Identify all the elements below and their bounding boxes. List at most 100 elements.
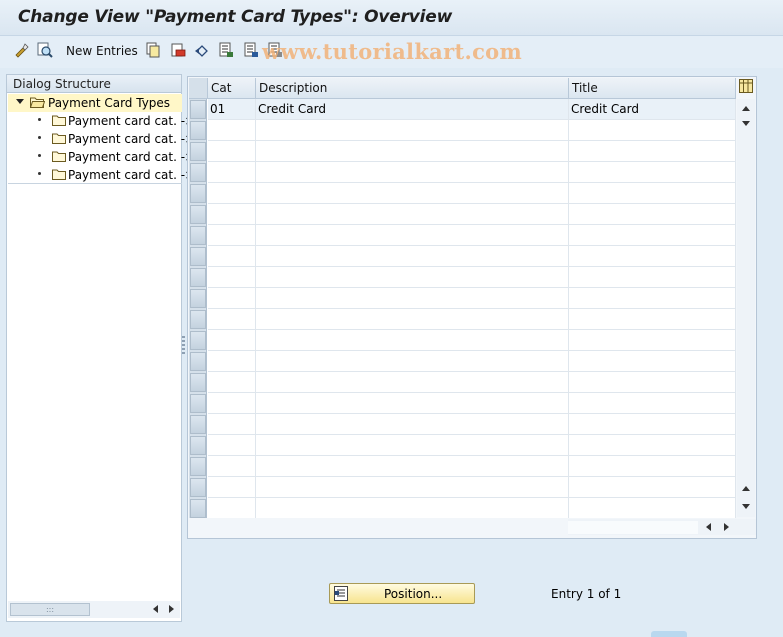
empty-cell[interactable] (569, 372, 736, 392)
column-header-cat[interactable]: Cat (208, 78, 256, 99)
empty-cell[interactable] (569, 183, 736, 203)
empty-cell[interactable] (569, 204, 736, 224)
empty-cell[interactable] (569, 141, 736, 161)
empty-table-row[interactable] (208, 183, 736, 204)
row-selector[interactable] (190, 499, 206, 518)
row-selector[interactable] (190, 415, 206, 434)
empty-table-row[interactable] (208, 456, 736, 477)
row-selector[interactable] (190, 436, 206, 455)
panel-splitter[interactable] (182, 336, 185, 354)
scroll-up-icon[interactable] (742, 486, 750, 491)
empty-cell[interactable] (569, 330, 736, 350)
empty-cell[interactable] (208, 456, 256, 476)
row-selector[interactable] (190, 100, 206, 119)
column-header-title[interactable]: Title (569, 78, 736, 99)
column-header-description[interactable]: Description (256, 78, 569, 99)
empty-cell[interactable] (569, 351, 736, 371)
horizontal-scrollbar[interactable]: ::: (8, 601, 180, 618)
cell-title[interactable]: Credit Card (569, 99, 736, 119)
empty-cell[interactable] (256, 204, 569, 224)
scroll-thumb[interactable]: ::: (10, 603, 90, 616)
empty-cell[interactable] (569, 414, 736, 434)
empty-cell[interactable] (256, 225, 569, 245)
empty-cell[interactable] (569, 246, 736, 266)
empty-cell[interactable] (208, 477, 256, 497)
row-selector[interactable] (190, 457, 206, 476)
empty-cell[interactable] (208, 204, 256, 224)
tree-node-child[interactable]: Payment card cat. -> (8, 166, 195, 184)
delete-icon[interactable] (170, 42, 186, 58)
empty-cell[interactable] (256, 330, 569, 350)
empty-table-row[interactable] (208, 498, 736, 518)
empty-cell[interactable] (256, 183, 569, 203)
empty-table-row[interactable] (208, 414, 736, 435)
empty-cell[interactable] (208, 288, 256, 308)
empty-cell[interactable] (569, 393, 736, 413)
empty-table-row[interactable] (208, 225, 736, 246)
empty-cell[interactable] (208, 120, 256, 140)
row-selector[interactable] (190, 226, 206, 245)
empty-cell[interactable] (208, 309, 256, 329)
tree-node-child[interactable]: Payment card cat. -> (8, 112, 195, 130)
empty-cell[interactable] (569, 267, 736, 287)
empty-cell[interactable] (569, 162, 736, 182)
expand-arrow-icon[interactable] (16, 99, 24, 104)
empty-cell[interactable] (208, 267, 256, 287)
empty-cell[interactable] (569, 498, 736, 518)
table-row[interactable]: 01 Credit Card Credit Card (208, 99, 736, 120)
cell-cat[interactable]: 01 (208, 99, 256, 119)
empty-cell[interactable] (256, 498, 569, 518)
empty-cell[interactable] (256, 120, 569, 140)
select-all-icon[interactable] (218, 42, 234, 58)
scroll-left-icon[interactable] (706, 523, 711, 531)
empty-cell[interactable] (569, 225, 736, 245)
row-selector[interactable] (190, 394, 206, 413)
empty-cell[interactable] (256, 351, 569, 371)
empty-table-row[interactable] (208, 477, 736, 498)
empty-cell[interactable] (208, 183, 256, 203)
undo-icon[interactable] (194, 42, 210, 58)
empty-table-row[interactable] (208, 393, 736, 414)
empty-table-row[interactable] (208, 351, 736, 372)
empty-table-row[interactable] (208, 267, 736, 288)
scroll-right-icon[interactable] (724, 523, 729, 531)
empty-cell[interactable] (569, 456, 736, 476)
empty-cell[interactable] (208, 141, 256, 161)
scroll-left-icon[interactable] (153, 605, 158, 613)
empty-cell[interactable] (208, 372, 256, 392)
new-entries-button[interactable]: New Entries (66, 44, 138, 58)
scroll-down-icon[interactable] (742, 504, 750, 509)
position-button[interactable]: Position... (329, 583, 475, 604)
row-selector[interactable] (190, 289, 206, 308)
row-selector[interactable] (190, 184, 206, 203)
empty-cell[interactable] (208, 351, 256, 371)
row-selector[interactable] (190, 121, 206, 140)
empty-cell[interactable] (569, 309, 736, 329)
scroll-track[interactable] (568, 521, 698, 534)
row-selector[interactable] (190, 268, 206, 287)
find-icon[interactable] (37, 42, 53, 58)
empty-table-row[interactable] (208, 162, 736, 183)
empty-table-row[interactable] (208, 204, 736, 225)
empty-table-row[interactable] (208, 141, 736, 162)
empty-cell[interactable] (256, 435, 569, 455)
empty-cell[interactable] (208, 225, 256, 245)
empty-cell[interactable] (208, 162, 256, 182)
scroll-right-icon[interactable] (169, 605, 174, 613)
select-block-icon[interactable] (243, 42, 259, 58)
empty-cell[interactable] (569, 120, 736, 140)
empty-cell[interactable] (208, 435, 256, 455)
row-selector[interactable] (190, 142, 206, 161)
empty-cell[interactable] (256, 393, 569, 413)
row-selector[interactable] (190, 205, 206, 224)
empty-cell[interactable] (256, 372, 569, 392)
tree-node-payment-card-types[interactable]: Payment Card Types (8, 94, 182, 112)
table-settings-icon[interactable] (739, 79, 753, 93)
empty-cell[interactable] (256, 309, 569, 329)
empty-table-row[interactable] (208, 330, 736, 351)
empty-cell[interactable] (256, 414, 569, 434)
empty-cell[interactable] (569, 288, 736, 308)
empty-cell[interactable] (208, 414, 256, 434)
select-all-header[interactable] (189, 78, 208, 99)
row-selector[interactable] (190, 247, 206, 266)
